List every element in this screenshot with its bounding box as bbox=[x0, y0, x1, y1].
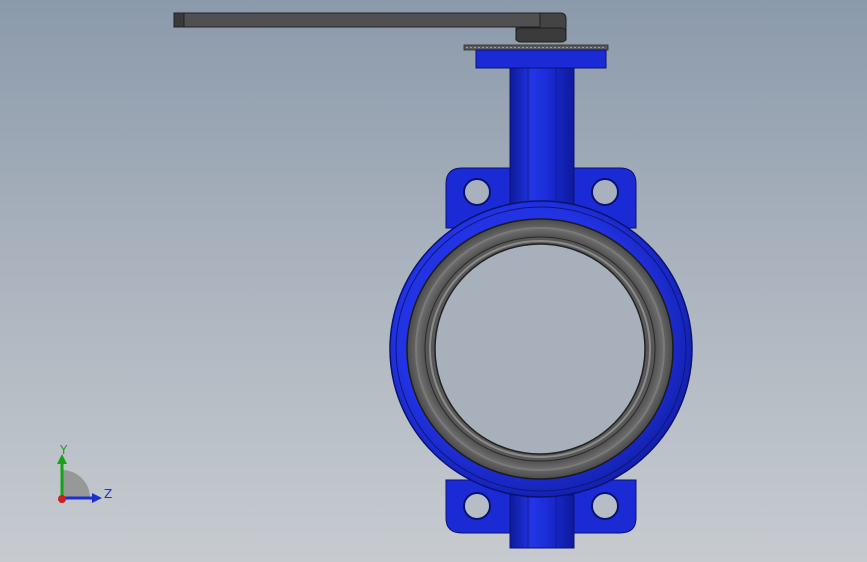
bolt-hole-bottom-right bbox=[591, 492, 619, 520]
butterfly-valve-model[interactable] bbox=[0, 0, 867, 562]
triad-quadrant bbox=[62, 470, 90, 498]
valve-bore bbox=[434, 243, 646, 455]
handle-lever[interactable] bbox=[173, 12, 567, 43]
locking-plate bbox=[463, 44, 609, 51]
bolt-hole-bottom-left bbox=[463, 492, 491, 520]
triad-z-label: Z bbox=[104, 487, 112, 501]
triad-z-arrow bbox=[92, 493, 102, 503]
graphics-viewport[interactable]: Y Z bbox=[0, 0, 867, 562]
reference-triad[interactable]: Y Z bbox=[44, 438, 124, 512]
triad-x-axis-dot bbox=[58, 495, 66, 503]
bolt-hole-top-right bbox=[591, 178, 619, 206]
top-flange bbox=[475, 49, 607, 69]
valve-neck bbox=[509, 67, 575, 219]
bolt-hole-top-left bbox=[463, 178, 491, 206]
triad-y-label: Y bbox=[59, 443, 68, 457]
